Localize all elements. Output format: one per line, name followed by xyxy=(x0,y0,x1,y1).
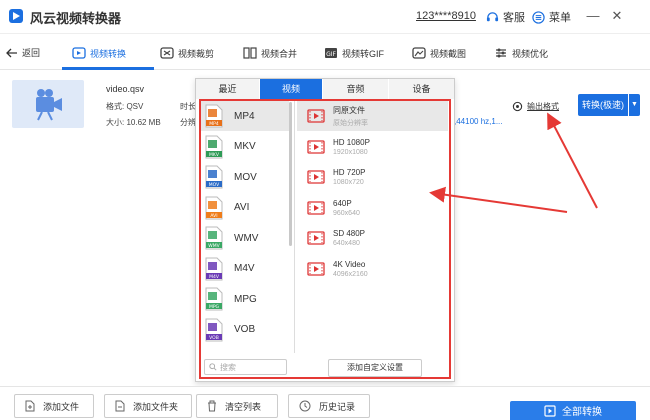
file-resolution-label: 分辨 xyxy=(180,118,196,127)
add-folder-button[interactable]: 添加文件夹 xyxy=(104,394,192,418)
file-duration-label: 时长 xyxy=(180,102,196,111)
folder-icon xyxy=(115,400,125,412)
file-name: video.qsv xyxy=(106,84,145,94)
add-file-label: 添加文件 xyxy=(43,401,80,412)
nav-item-video-crop[interactable]: 视频裁剪 xyxy=(160,41,214,65)
output-format-button[interactable]: 输出格式 xyxy=(512,101,559,112)
file-size: 大小: 10.62 MB xyxy=(106,118,161,127)
menu-label: 菜单 xyxy=(549,12,571,24)
nav-item-video-optimize[interactable]: 视频优化 xyxy=(494,41,548,65)
settings-icon xyxy=(512,101,523,112)
highlight-box xyxy=(199,99,451,379)
gif-icon: GIF xyxy=(325,48,337,58)
svg-text:GIF: GIF xyxy=(326,51,336,58)
convert-all-button[interactable]: 全部转换 xyxy=(510,401,636,420)
convert-all-label: 全部转换 xyxy=(562,407,602,418)
nav-label: 视频截图 xyxy=(430,48,467,59)
convert-icon xyxy=(544,404,556,417)
account-phone[interactable]: 123****8910 xyxy=(416,10,476,22)
nav-label: 视频合并 xyxy=(261,48,298,59)
menu-icon xyxy=(532,10,545,24)
tab-device[interactable]: 设备 xyxy=(389,79,454,99)
app-logo-icon xyxy=(8,8,24,24)
history-label: 历史记录 xyxy=(319,401,356,412)
service-button[interactable]: 客服 xyxy=(486,9,525,25)
add-file-button[interactable]: 添加文件 xyxy=(14,394,94,418)
back-button[interactable]: 返回 xyxy=(6,46,40,59)
minimize-icon[interactable]: — xyxy=(586,9,600,23)
clear-list-label: 清空列表 xyxy=(225,401,262,412)
chevron-down-icon[interactable]: ▼ xyxy=(629,94,640,116)
active-tab-indicator xyxy=(62,67,154,70)
clear-list-button[interactable]: 清空列表 xyxy=(196,394,278,418)
history-button[interactable]: 历史记录 xyxy=(288,394,370,418)
arrow-to-output-format xyxy=(547,112,598,209)
nav-item-video-convert[interactable]: 视频转换 xyxy=(72,41,126,65)
file-icon xyxy=(25,400,35,412)
trash-icon xyxy=(208,400,216,412)
audio-info: ,44100 hz,1... xyxy=(454,117,503,126)
video-convert-icon xyxy=(72,47,86,59)
tab-audio[interactable]: 音频 xyxy=(323,79,388,99)
file-format: 格式: QSV xyxy=(106,102,144,111)
app-title: 风云视频转换器 xyxy=(30,11,122,26)
tab-video[interactable]: 视频 xyxy=(260,79,322,99)
tab-recent[interactable]: 最近 xyxy=(196,79,259,99)
optimize-icon xyxy=(496,48,506,58)
clock-icon xyxy=(299,400,311,412)
back-label: 返回 xyxy=(22,48,41,58)
camera-icon xyxy=(36,89,62,121)
nav-label: 视频转换 xyxy=(90,48,127,59)
menu-button[interactable]: 菜单 xyxy=(532,9,571,25)
nav-item-video-screenshot[interactable]: 视频截图 xyxy=(412,41,466,65)
nav-label: 视频裁剪 xyxy=(178,48,215,59)
nav-label: 视频优化 xyxy=(512,48,549,59)
service-label: 客服 xyxy=(503,12,525,24)
nav-label: 视频转GIF xyxy=(342,48,384,59)
back-arrow-icon xyxy=(6,48,17,57)
output-format-label: 输出格式 xyxy=(527,102,559,111)
nav-item-video-merge[interactable]: 视频合并 xyxy=(243,41,297,65)
video-merge-icon xyxy=(243,47,257,59)
close-icon[interactable]: ✕ xyxy=(610,9,624,23)
video-crop-icon xyxy=(160,47,174,59)
headset-icon xyxy=(486,11,499,21)
video-thumbnail xyxy=(12,80,84,128)
screenshot-icon xyxy=(412,47,426,59)
nav-item-video-to-gif[interactable]: GIF 视频转GIF xyxy=(324,41,384,65)
convert-fast-button[interactable]: 转换(极速) xyxy=(578,94,628,116)
add-folder-label: 添加文件夹 xyxy=(133,401,179,412)
